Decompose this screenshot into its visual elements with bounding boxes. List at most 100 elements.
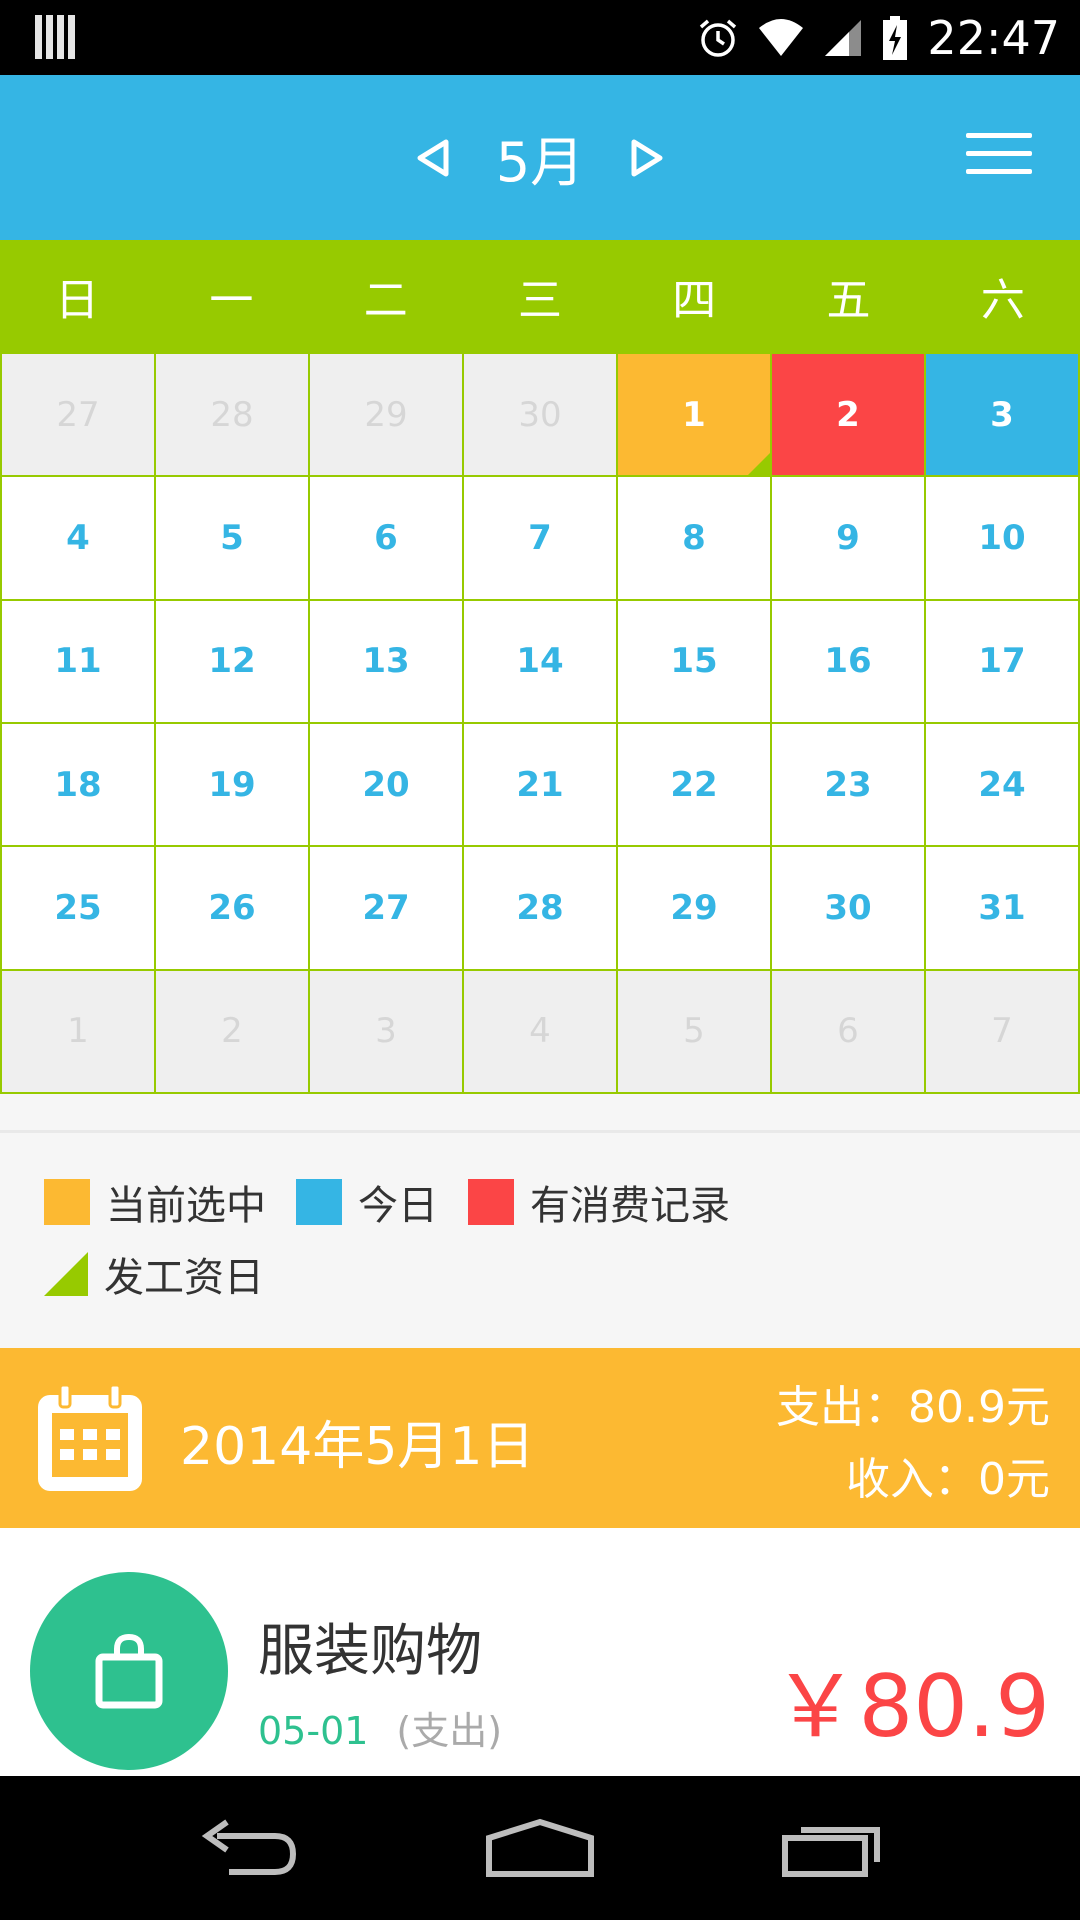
calendar-day-cell[interactable]: 5: [618, 970, 772, 1094]
calendar-day-cell[interactable]: 31: [926, 847, 1080, 971]
day-number: 27: [362, 887, 410, 928]
calendar-day-cell[interactable]: 11: [2, 600, 156, 724]
month-navigation: 5月: [0, 75, 1080, 240]
calendar-day-cell[interactable]: 28: [464, 847, 618, 971]
home-icon: [485, 1818, 594, 1877]
day-number: 9: [836, 517, 860, 558]
day-number: 28: [210, 394, 254, 435]
calendar-day-cell[interactable]: 4: [464, 970, 618, 1094]
expense-total: 支出：80.9元: [776, 1382, 1050, 1433]
selected-swatch: [44, 1179, 90, 1225]
hamburger-menu-icon[interactable]: [966, 133, 1032, 179]
calendar-day-cell[interactable]: 25: [2, 847, 156, 971]
calendar-day-cell[interactable]: 19: [156, 724, 310, 848]
calendar-day-cell[interactable]: 21: [464, 724, 618, 848]
day-number: 7: [991, 1011, 1013, 1052]
day-number: 27: [56, 394, 100, 435]
calendar-day-cell[interactable]: 7: [926, 970, 1080, 1094]
day-number: 8: [682, 517, 706, 558]
day-number: 2: [836, 394, 860, 435]
recents-button[interactable]: [773, 1808, 893, 1888]
calendar-day-cell[interactable]: 22: [618, 724, 772, 848]
expense-record-item[interactable]: 服装购物 05-01 (支出) ￥80.9: [0, 1528, 1080, 1776]
legend-selected-label: 当前选中: [106, 1183, 266, 1229]
record-meta: 05-01 (支出): [258, 1700, 502, 1755]
day-number: 4: [66, 517, 90, 558]
next-month-button[interactable]: [626, 137, 668, 179]
calendar-day-cell[interactable]: 28: [156, 354, 310, 478]
calendar-day-cell[interactable]: 13: [310, 600, 464, 724]
calendar-day-cell[interactable]: 1: [2, 970, 156, 1094]
calendar-day-cell[interactable]: 8: [618, 477, 772, 601]
calendar-day-cell[interactable]: 3: [926, 354, 1080, 478]
day-number: 11: [54, 641, 102, 682]
weekday-label: 五: [826, 275, 871, 326]
day-number: 2: [221, 1011, 243, 1052]
home-button[interactable]: [480, 1808, 600, 1888]
month-title: 5月: [495, 131, 585, 194]
day-number: 31: [978, 887, 1026, 928]
calendar-day-cell[interactable]: 6: [772, 970, 926, 1094]
calendar-day-cell[interactable]: 3: [310, 970, 464, 1094]
calendar-day-cell[interactable]: 12: [156, 600, 310, 724]
calendar-day-cell[interactable]: 6: [310, 477, 464, 601]
day-number: 22: [670, 764, 718, 805]
day-number: 29: [364, 394, 408, 435]
day-number: 6: [374, 517, 398, 558]
legend-selected: 当前选中: [44, 1173, 266, 1231]
weekday-label: 一: [209, 275, 254, 326]
calendar-day-cell[interactable]: 9: [772, 477, 926, 601]
calendar-day-cell[interactable]: 16: [772, 600, 926, 724]
calendar-day-cell[interactable]: 20: [310, 724, 464, 848]
prev-month-button[interactable]: [412, 137, 454, 179]
notification-icon: [35, 15, 75, 59]
calendar-day-cell[interactable]: 15: [618, 600, 772, 724]
back-icon: [201, 1819, 296, 1875]
day-number: 24: [978, 764, 1026, 805]
calendar-day-cell[interactable]: 1: [618, 354, 772, 478]
calendar-day-cell[interactable]: 18: [2, 724, 156, 848]
day-number: 5: [220, 517, 244, 558]
income-total: 收入：0元: [846, 1454, 1050, 1505]
calendar-day-cell[interactable]: 24: [926, 724, 1080, 848]
day-number: 28: [516, 887, 564, 928]
day-number: 5: [683, 1011, 705, 1052]
calendar-day-cell[interactable]: 30: [464, 354, 618, 478]
record-date: 05-01: [258, 1709, 369, 1753]
back-button[interactable]: [187, 1808, 307, 1888]
calendar-day-cell[interactable]: 27: [310, 847, 464, 971]
calendar-day-cell[interactable]: 30: [772, 847, 926, 971]
calendar-day-cell[interactable]: 17: [926, 600, 1080, 724]
calendar-day-cell[interactable]: 23: [772, 724, 926, 848]
calendar-day-cell[interactable]: 4: [2, 477, 156, 601]
day-number: 23: [824, 764, 872, 805]
weekday-label: 二: [363, 275, 408, 326]
calendar-day-cell[interactable]: 2: [772, 354, 926, 478]
calendar-day-cell[interactable]: 27: [2, 354, 156, 478]
day-number: 7: [528, 517, 552, 558]
payday-swatch: [44, 1252, 88, 1296]
calendar-day-cell[interactable]: 10: [926, 477, 1080, 601]
weekday-label: 三: [517, 275, 562, 326]
calendar-grid: 27 28 29 30 1 2 3 4 5 6 7 8 9 10 11 12 13 14 15 16 17 18 19 20 2…: [0, 352, 1080, 1094]
calendar-day-cell[interactable]: 7: [464, 477, 618, 601]
signal-icon: [825, 20, 862, 56]
legend-payday: 发工资日: [44, 1245, 264, 1303]
calendar-day-cell[interactable]: 2: [156, 970, 310, 1094]
alarm-icon: [700, 19, 737, 57]
legend-payday-label: 发工资日: [104, 1255, 264, 1301]
day-number: 1: [67, 1011, 89, 1052]
day-number: 20: [362, 764, 410, 805]
day-number: 30: [824, 887, 872, 928]
calendar-day-cell[interactable]: 5: [156, 477, 310, 601]
day-number: 26: [208, 887, 256, 928]
day-number: 6: [837, 1011, 859, 1052]
selected-date-text: 2014年5月1日: [180, 1417, 535, 1477]
calendar-day-cell[interactable]: 14: [464, 600, 618, 724]
day-number: 1: [682, 394, 706, 435]
calendar-day-cell[interactable]: 29: [618, 847, 772, 971]
day-number: 21: [516, 764, 564, 805]
calendar-day-cell[interactable]: 26: [156, 847, 310, 971]
shopping-bag-icon: [30, 1572, 228, 1770]
calendar-day-cell[interactable]: 29: [310, 354, 464, 478]
